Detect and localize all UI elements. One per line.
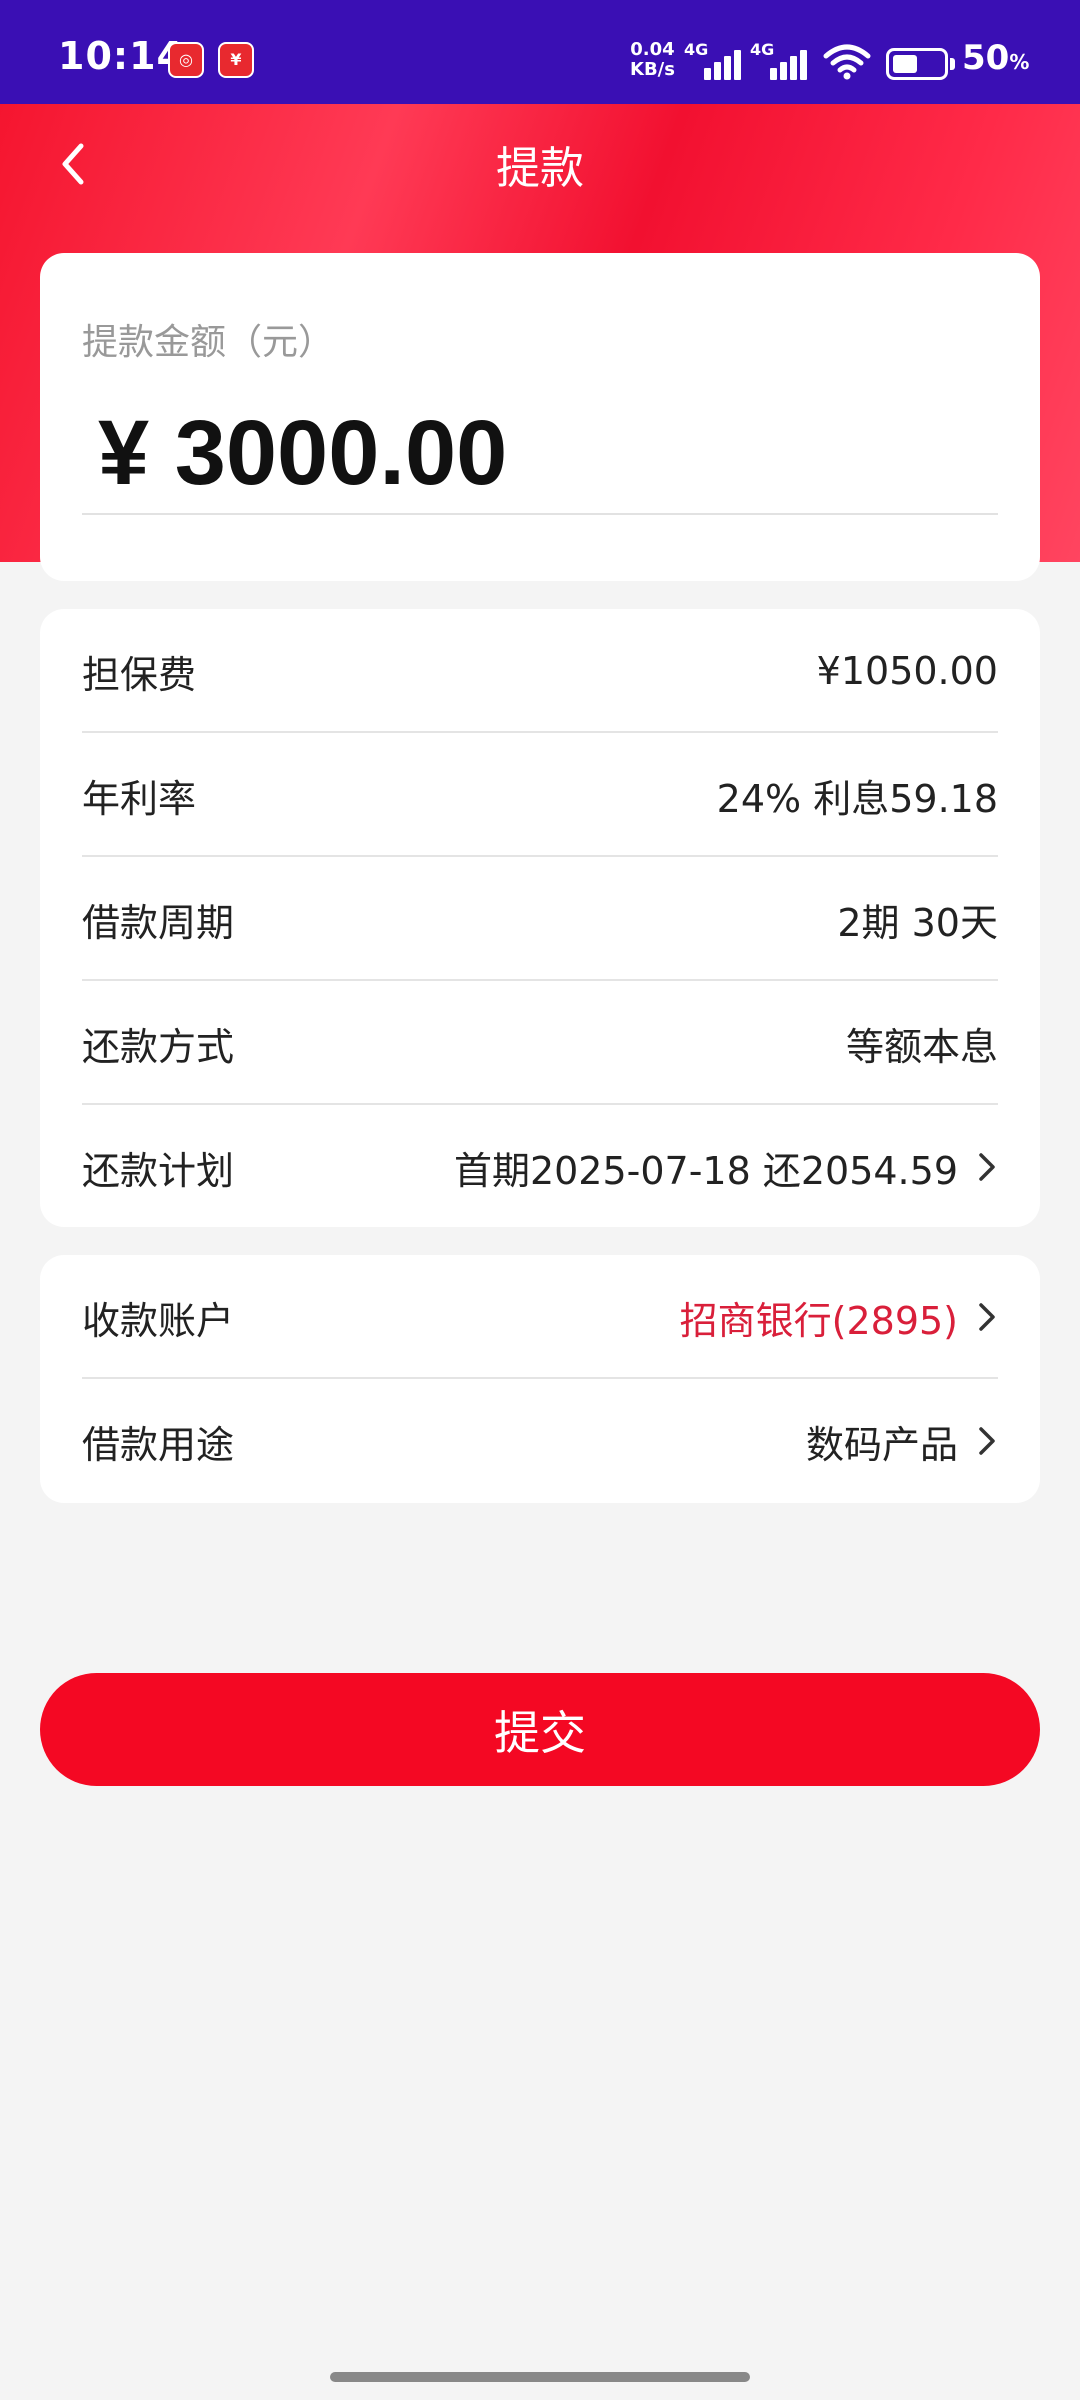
- battery-percent-value: 50: [962, 38, 1010, 78]
- battery-tip: [950, 58, 955, 70]
- guarantee-fee-label: 担保费: [82, 652, 197, 697]
- receiving-account-row[interactable]: 收款账户 招商银行(2895): [82, 1255, 998, 1379]
- network-speed-value: 0.04: [630, 39, 675, 60]
- home-indicator[interactable]: [330, 2372, 750, 2382]
- battery-icon: [886, 48, 948, 80]
- detail-row-annual-rate: 年利率 24% 利息59.18: [82, 733, 998, 857]
- amount-label: 提款金额（元）: [82, 322, 335, 363]
- amount-underline: [82, 513, 998, 515]
- detail-row-loan-period: 借款周期 2期 30天: [82, 857, 998, 981]
- status-time: 10:14: [58, 34, 184, 78]
- chevron-right-icon: [979, 1427, 995, 1455]
- china-merchants-bank-icon: ◎: [168, 42, 204, 78]
- repayment-plan-value: 首期2025-07-18 还2054.59: [453, 1148, 958, 1193]
- repayment-plan-value-wrap: 首期2025-07-18 还2054.59: [454, 1140, 998, 1195]
- guarantee-fee-value: ¥1050.00: [816, 649, 998, 693]
- annual-rate-label: 年利率: [82, 776, 197, 821]
- chevron-right-icon: [979, 1153, 995, 1181]
- finance-app-icon: ¥: [218, 42, 254, 78]
- detail-row-repayment-method: 还款方式 等额本息: [82, 981, 998, 1105]
- network-speed: 0.04 KB/s: [630, 40, 675, 80]
- loan-purpose-value-wrap: 数码产品: [806, 1414, 998, 1469]
- loan-period-value: 2期 30天: [837, 900, 998, 945]
- receiving-account-label: 收款账户: [82, 1298, 235, 1343]
- detail-row-repayment-plan[interactable]: 还款计划 首期2025-07-18 还2054.59: [82, 1105, 998, 1229]
- network-speed-unit: KB/s: [630, 59, 675, 80]
- loan-purpose-value: 数码产品: [805, 1422, 958, 1467]
- battery-percent: 50%: [962, 38, 1029, 78]
- submit-button[interactable]: 提交: [40, 1673, 1040, 1786]
- loan-purpose-label: 借款用途: [82, 1422, 235, 1467]
- amount-card: 提款金额（元） ¥ 3000.00: [40, 253, 1040, 581]
- loan-details-card: 担保费 ¥1050.00 年利率 24% 利息59.18 借款周期 2期 30天…: [40, 609, 1040, 1227]
- battery-percent-sign: %: [1009, 50, 1030, 74]
- battery-fill: [893, 55, 917, 73]
- repayment-plan-label: 还款计划: [82, 1148, 235, 1193]
- amount-input[interactable]: ¥ 3000.00: [98, 401, 507, 506]
- wifi-icon: [823, 44, 871, 80]
- chevron-right-icon: [979, 1303, 995, 1331]
- status-bar: 10:14 ◎ ¥ 0.04 KB/s 4G 4G 50%: [0, 0, 1080, 104]
- payment-card: 收款账户 招商银行(2895) 借款用途 数码产品: [40, 1255, 1040, 1503]
- receiving-account-value-wrap: 招商银行(2895): [680, 1290, 998, 1345]
- repayment-method-label: 还款方式: [82, 1024, 235, 1069]
- page-title: 提款: [496, 143, 584, 194]
- repayment-method-value: 等额本息: [845, 1024, 998, 1069]
- detail-row-guarantee-fee: 担保费 ¥1050.00: [82, 609, 998, 733]
- annual-rate-value: 24% 利息59.18: [716, 776, 998, 821]
- signal-1-icon: [700, 44, 748, 80]
- receiving-account-value: 招商银行(2895): [679, 1298, 958, 1343]
- loan-period-label: 借款周期: [82, 900, 235, 945]
- loan-purpose-row[interactable]: 借款用途 数码产品: [82, 1379, 998, 1503]
- signal-2-icon: [766, 44, 814, 80]
